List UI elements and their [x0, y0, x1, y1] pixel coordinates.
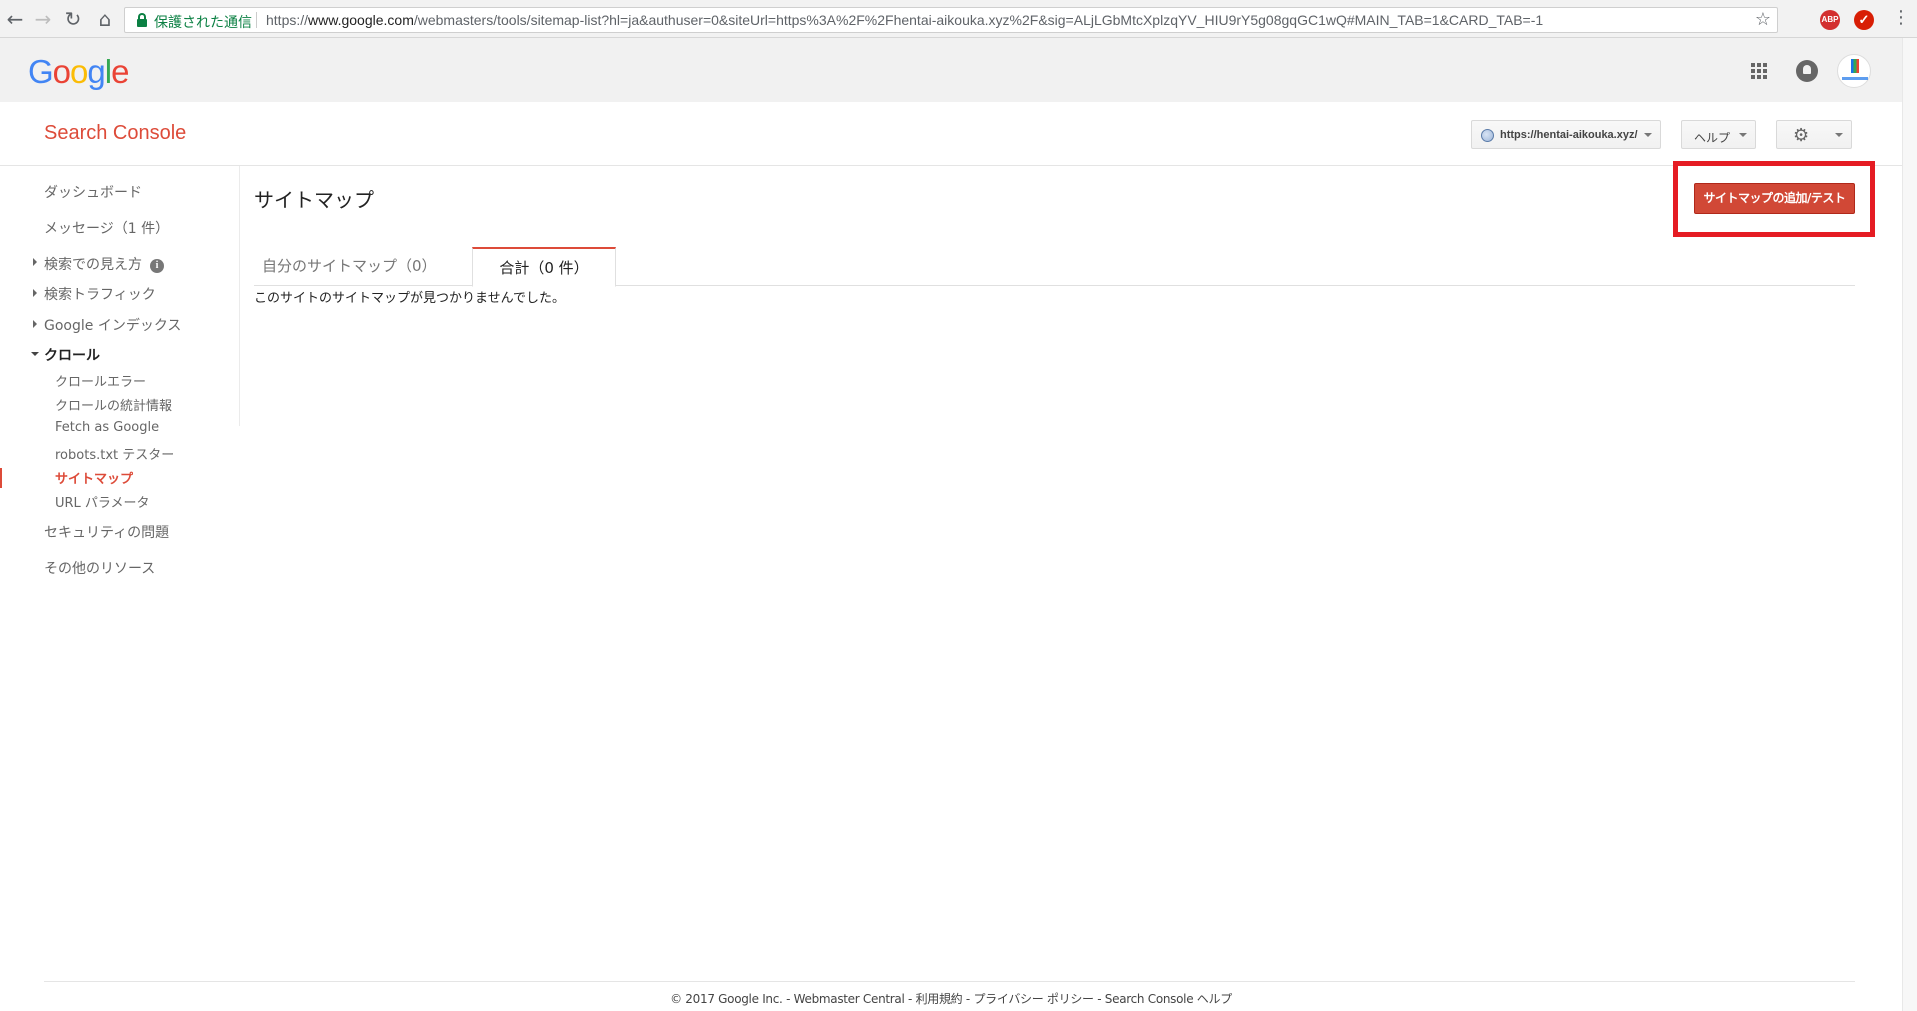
expand-arrow-icon[interactable]	[33, 289, 37, 297]
product-title[interactable]: Search Console	[44, 122, 186, 145]
site-selector-label: https://hentai-aikouka.xyz/	[1500, 129, 1638, 141]
chevron-down-icon	[1644, 133, 1652, 137]
tab-total[interactable]: 合計（0 件）	[472, 247, 616, 287]
url-text[interactable]: https://www.google.com/webmasters/tools/…	[266, 12, 1543, 28]
vertical-scrollbar[interactable]	[1902, 38, 1917, 1011]
back-arrow-icon[interactable]: ←	[4, 8, 26, 30]
footer-copyright: © 2017 Google Inc.	[670, 992, 783, 1006]
sidebar-item-search-traffic[interactable]: 検索トラフィック	[44, 284, 156, 304]
footer-divider	[44, 981, 1855, 982]
url-host: www.google.com	[308, 12, 414, 28]
footer-link-terms[interactable]: 利用規約	[916, 992, 963, 1006]
sidebar-item-crawl-stats[interactable]: クロールの統計情報	[55, 395, 172, 414]
footer-separator: -	[1093, 992, 1105, 1006]
sidebar-item-crawl-errors[interactable]: クロールエラー	[55, 371, 146, 390]
sidebar-item-label: 検索での見え方	[44, 257, 142, 273]
notifications-bell-icon[interactable]	[1796, 60, 1818, 82]
home-icon[interactable]: ⌂	[94, 8, 116, 30]
google-logo[interactable]: Google	[28, 53, 129, 91]
add-test-sitemap-button[interactable]: サイトマップの追加/テスト	[1694, 183, 1855, 214]
adblock-extension-icon[interactable]: ABP	[1820, 10, 1840, 30]
footer: © 2017 Google Inc. - Webmaster Central -…	[0, 990, 1902, 1007]
apps-grid-icon[interactable]	[1751, 63, 1767, 79]
chevron-down-icon	[1835, 133, 1843, 137]
empty-state-message: このサイトのサイトマップが見つかりませんでした。	[254, 291, 565, 306]
tab-my-sitemaps[interactable]: 自分のサイトマップ（0）	[262, 247, 437, 286]
active-item-indicator	[0, 468, 2, 488]
sidebar-item-messages[interactable]: メッセージ（1 件）	[44, 218, 169, 238]
settings-dropdown[interactable]: ⚙	[1776, 120, 1852, 149]
url-scheme: https://	[266, 12, 309, 28]
address-bar[interactable]: 保護された通信 https://www.google.com/webmaster…	[124, 7, 1778, 33]
sidebar-item-search-appearance[interactable]: 検索での見え方 i	[44, 254, 164, 274]
help-dropdown[interactable]: ヘルプ	[1681, 120, 1756, 149]
footer-separator: -	[782, 992, 794, 1006]
reload-icon[interactable]: ↻	[62, 8, 84, 30]
url-path: /webmasters/tools/sitemap-list?hl=ja&aut…	[413, 12, 1544, 28]
sidebar-item-robots-tester[interactable]: robots.txt テスター	[55, 444, 174, 463]
address-separator	[256, 12, 257, 28]
help-label: ヘルプ	[1694, 131, 1731, 145]
sidebar-item-url-parameters[interactable]: URL パラメータ	[55, 492, 150, 511]
site-selector-dropdown[interactable]: https://hentai-aikouka.xyz/	[1471, 120, 1661, 149]
globe-icon	[1481, 129, 1494, 142]
footer-link-privacy[interactable]: プライバシー ポリシー	[973, 992, 1094, 1006]
gear-icon: ⚙	[1793, 125, 1810, 145]
footer-link-help[interactable]: Search Console ヘルプ	[1105, 992, 1232, 1006]
sidebar-item-other-resources[interactable]: その他のリソース	[44, 558, 155, 578]
trendmicro-extension-icon[interactable]: ✓	[1854, 10, 1874, 30]
bookmark-star-icon[interactable]: ☆	[1755, 9, 1771, 30]
account-avatar[interactable]	[1837, 54, 1871, 88]
sidebar-item-security-issues[interactable]: セキュリティの問題	[44, 522, 169, 542]
collapse-arrow-icon[interactable]	[31, 352, 39, 356]
footer-separator: -	[962, 992, 974, 1006]
footer-link-webmaster-central[interactable]: Webmaster Central	[794, 992, 905, 1006]
page-title: サイトマップ	[254, 188, 374, 212]
sidebar-item-crawl[interactable]: クロール	[44, 345, 100, 365]
sitemap-tabs: 自分のサイトマップ（0） 合計（0 件）	[254, 247, 1855, 287]
info-icon[interactable]: i	[150, 259, 164, 273]
google-bar: Google	[0, 38, 1902, 102]
sidebar-item-fetch-as-google[interactable]: Fetch as Google	[55, 420, 159, 435]
sidebar-item-google-index[interactable]: Google インデックス	[44, 315, 181, 335]
browser-toolbar: ← → ↻ ⌂ 保護された通信 https://www.google.com/w…	[0, 0, 1917, 38]
chevron-down-icon	[1739, 133, 1747, 137]
expand-arrow-icon[interactable]	[33, 258, 37, 266]
footer-separator: -	[904, 992, 916, 1006]
sidebar-item-sitemaps[interactable]: サイトマップ	[55, 468, 133, 487]
expand-arrow-icon[interactable]	[33, 320, 37, 328]
browser-menu-icon[interactable]: ⋮	[1892, 8, 1910, 28]
lock-icon	[137, 13, 147, 27]
secure-connection-label: 保護された通信	[154, 14, 252, 30]
forward-arrow-icon[interactable]: →	[32, 8, 54, 30]
search-console-header: Search Console https://hentai-aikouka.xy…	[0, 102, 1902, 166]
sidebar-item-dashboard[interactable]: ダッシュボード	[44, 182, 142, 202]
